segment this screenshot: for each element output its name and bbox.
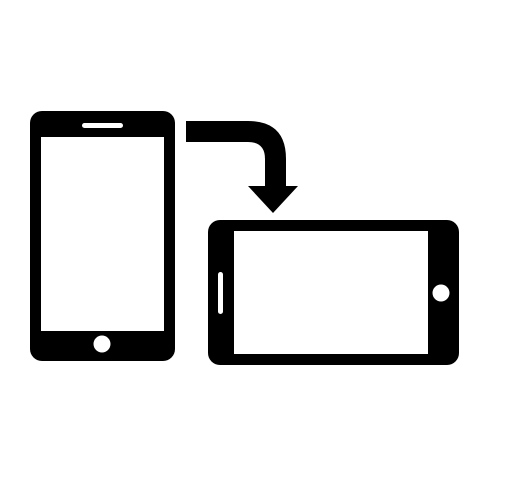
phone-landscape-icon (208, 220, 459, 365)
rotate-screen-svg (30, 111, 459, 365)
rotate-screen-illustration (0, 0, 509, 490)
rotate-arrow-shaft (186, 121, 286, 186)
phone-portrait-speaker (82, 123, 123, 128)
phone-portrait-home-button (93, 335, 111, 353)
rotate-arrow-head (248, 186, 298, 213)
phone-landscape-home-button (432, 284, 450, 302)
phone-landscape-screen (234, 231, 428, 354)
phone-portrait-icon (30, 111, 175, 361)
rotate-arrow-icon (186, 121, 298, 213)
phone-landscape-speaker (218, 272, 223, 314)
phone-portrait-screen (41, 137, 164, 331)
